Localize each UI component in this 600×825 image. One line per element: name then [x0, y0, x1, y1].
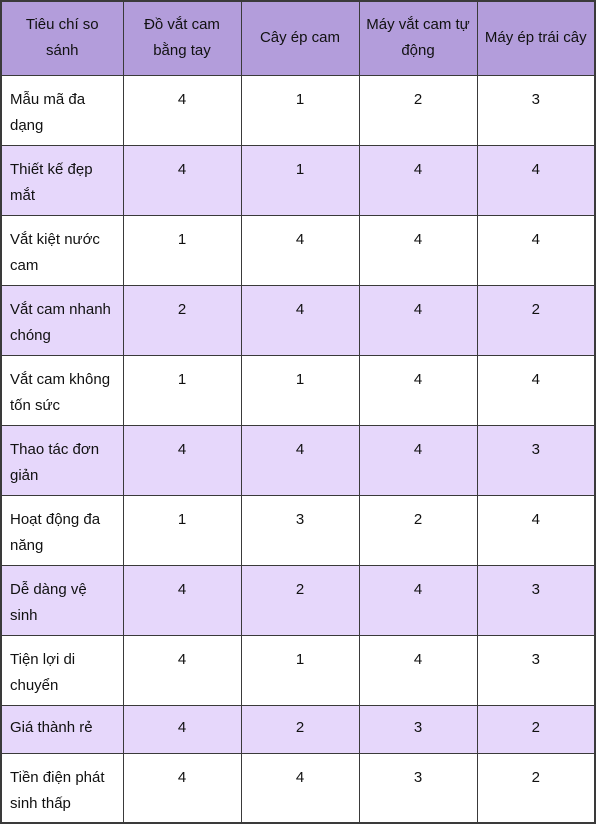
- table-row: Thao tác đơn giản 4 4 4 3: [0, 424, 596, 496]
- column-header-criteria: Tiêu chí so sánh: [0, 0, 124, 76]
- value-cell-may_ep_trai_cay: 4: [476, 494, 596, 566]
- table-row: Dễ dàng vệ sinh 4 2 4 3: [0, 564, 596, 636]
- table-row: Thiết kế đẹp mắt 4 1 4 4: [0, 144, 596, 216]
- value-cell-may_vat_cam_tu_dong: 4: [358, 634, 478, 706]
- value-cell-may_vat_cam_tu_dong: 4: [358, 424, 478, 496]
- criteria-cell: Thao tác đơn giản: [0, 424, 124, 496]
- value-cell-may_vat_cam_tu_dong: 3: [358, 704, 478, 754]
- criteria-cell: Mẫu mã đa dạng: [0, 74, 124, 146]
- column-header-may-vat-cam-tu-dong: Máy vắt cam tự động: [358, 0, 478, 76]
- column-header-may-ep-trai-cay: Máy ép trái cây: [476, 0, 596, 76]
- value-cell-do_vat_cam_bang_tay: 4: [122, 564, 242, 636]
- value-cell-do_vat_cam_bang_tay: 4: [122, 424, 242, 496]
- criteria-cell: Vắt cam không tốn sức: [0, 354, 124, 426]
- comparison-table: Tiêu chí so sánh Đồ vắt cam bằng tay Cây…: [0, 0, 596, 824]
- table-row: Vắt cam không tốn sức 1 1 4 4: [0, 354, 596, 426]
- value-cell-may_ep_trai_cay: 4: [476, 144, 596, 216]
- value-cell-cay_ep_cam: 4: [240, 214, 360, 286]
- table-body: Mẫu mã đa dạng 4 1 2 3 Thiết kế đẹp mắt 4 1 4 4 Vắ…: [0, 74, 596, 824]
- table-row: Tiền điện phát sinh thấp 4 4 3 2: [0, 752, 596, 824]
- table-row: Giá thành rẻ 4 2 3 2: [0, 704, 596, 754]
- criteria-cell: Dễ dàng vệ sinh: [0, 564, 124, 636]
- criteria-cell: Vắt cam nhanh chóng: [0, 284, 124, 356]
- value-cell-may_ep_trai_cay: 4: [476, 354, 596, 426]
- value-cell-do_vat_cam_bang_tay: 4: [122, 704, 242, 754]
- value-cell-do_vat_cam_bang_tay: 4: [122, 634, 242, 706]
- value-cell-may_vat_cam_tu_dong: 4: [358, 284, 478, 356]
- table-row: Vắt kiệt nước cam 1 4 4 4: [0, 214, 596, 286]
- value-cell-may_vat_cam_tu_dong: 4: [358, 214, 478, 286]
- value-cell-cay_ep_cam: 2: [240, 564, 360, 636]
- value-cell-cay_ep_cam: 1: [240, 634, 360, 706]
- header-row: Tiêu chí so sánh Đồ vắt cam bằng tay Cây…: [0, 0, 596, 76]
- value-cell-may_ep_trai_cay: 2: [476, 752, 596, 824]
- value-cell-cay_ep_cam: 4: [240, 752, 360, 824]
- value-cell-may_vat_cam_tu_dong: 2: [358, 494, 478, 566]
- criteria-cell: Tiện lợi di chuyển: [0, 634, 124, 706]
- value-cell-may_ep_trai_cay: 3: [476, 564, 596, 636]
- value-cell-cay_ep_cam: 1: [240, 74, 360, 146]
- value-cell-may_vat_cam_tu_dong: 2: [358, 74, 478, 146]
- value-cell-cay_ep_cam: 3: [240, 494, 360, 566]
- value-cell-do_vat_cam_bang_tay: 4: [122, 752, 242, 824]
- criteria-cell: Thiết kế đẹp mắt: [0, 144, 124, 216]
- criteria-cell: Giá thành rẻ: [0, 704, 124, 754]
- value-cell-may_ep_trai_cay: 2: [476, 704, 596, 754]
- value-cell-do_vat_cam_bang_tay: 4: [122, 144, 242, 216]
- value-cell-cay_ep_cam: 1: [240, 144, 360, 216]
- criteria-cell: Hoạt động đa năng: [0, 494, 124, 566]
- value-cell-do_vat_cam_bang_tay: 4: [122, 74, 242, 146]
- table-row: Hoạt động đa năng 1 3 2 4: [0, 494, 596, 566]
- value-cell-do_vat_cam_bang_tay: 1: [122, 354, 242, 426]
- criteria-cell: Vắt kiệt nước cam: [0, 214, 124, 286]
- value-cell-may_ep_trai_cay: 4: [476, 214, 596, 286]
- value-cell-may_vat_cam_tu_dong: 4: [358, 354, 478, 426]
- value-cell-may_vat_cam_tu_dong: 4: [358, 564, 478, 636]
- value-cell-cay_ep_cam: 4: [240, 284, 360, 356]
- value-cell-do_vat_cam_bang_tay: 1: [122, 494, 242, 566]
- table-header: Tiêu chí so sánh Đồ vắt cam bằng tay Cây…: [0, 0, 596, 76]
- column-header-do-vat-cam-bang-tay: Đồ vắt cam bằng tay: [122, 0, 242, 76]
- value-cell-cay_ep_cam: 4: [240, 424, 360, 496]
- value-cell-may_ep_trai_cay: 3: [476, 74, 596, 146]
- value-cell-cay_ep_cam: 2: [240, 704, 360, 754]
- column-header-cay-ep-cam: Cây ép cam: [240, 0, 360, 76]
- value-cell-do_vat_cam_bang_tay: 1: [122, 214, 242, 286]
- value-cell-may_vat_cam_tu_dong: 4: [358, 144, 478, 216]
- value-cell-may_ep_trai_cay: 2: [476, 284, 596, 356]
- table-row: Mẫu mã đa dạng 4 1 2 3: [0, 74, 596, 146]
- value-cell-may_ep_trai_cay: 3: [476, 634, 596, 706]
- value-cell-may_vat_cam_tu_dong: 3: [358, 752, 478, 824]
- value-cell-may_ep_trai_cay: 3: [476, 424, 596, 496]
- criteria-cell: Tiền điện phát sinh thấp: [0, 752, 124, 824]
- table-row: Vắt cam nhanh chóng 2 4 4 2: [0, 284, 596, 356]
- value-cell-do_vat_cam_bang_tay: 2: [122, 284, 242, 356]
- value-cell-cay_ep_cam: 1: [240, 354, 360, 426]
- table-row: Tiện lợi di chuyển 4 1 4 3: [0, 634, 596, 706]
